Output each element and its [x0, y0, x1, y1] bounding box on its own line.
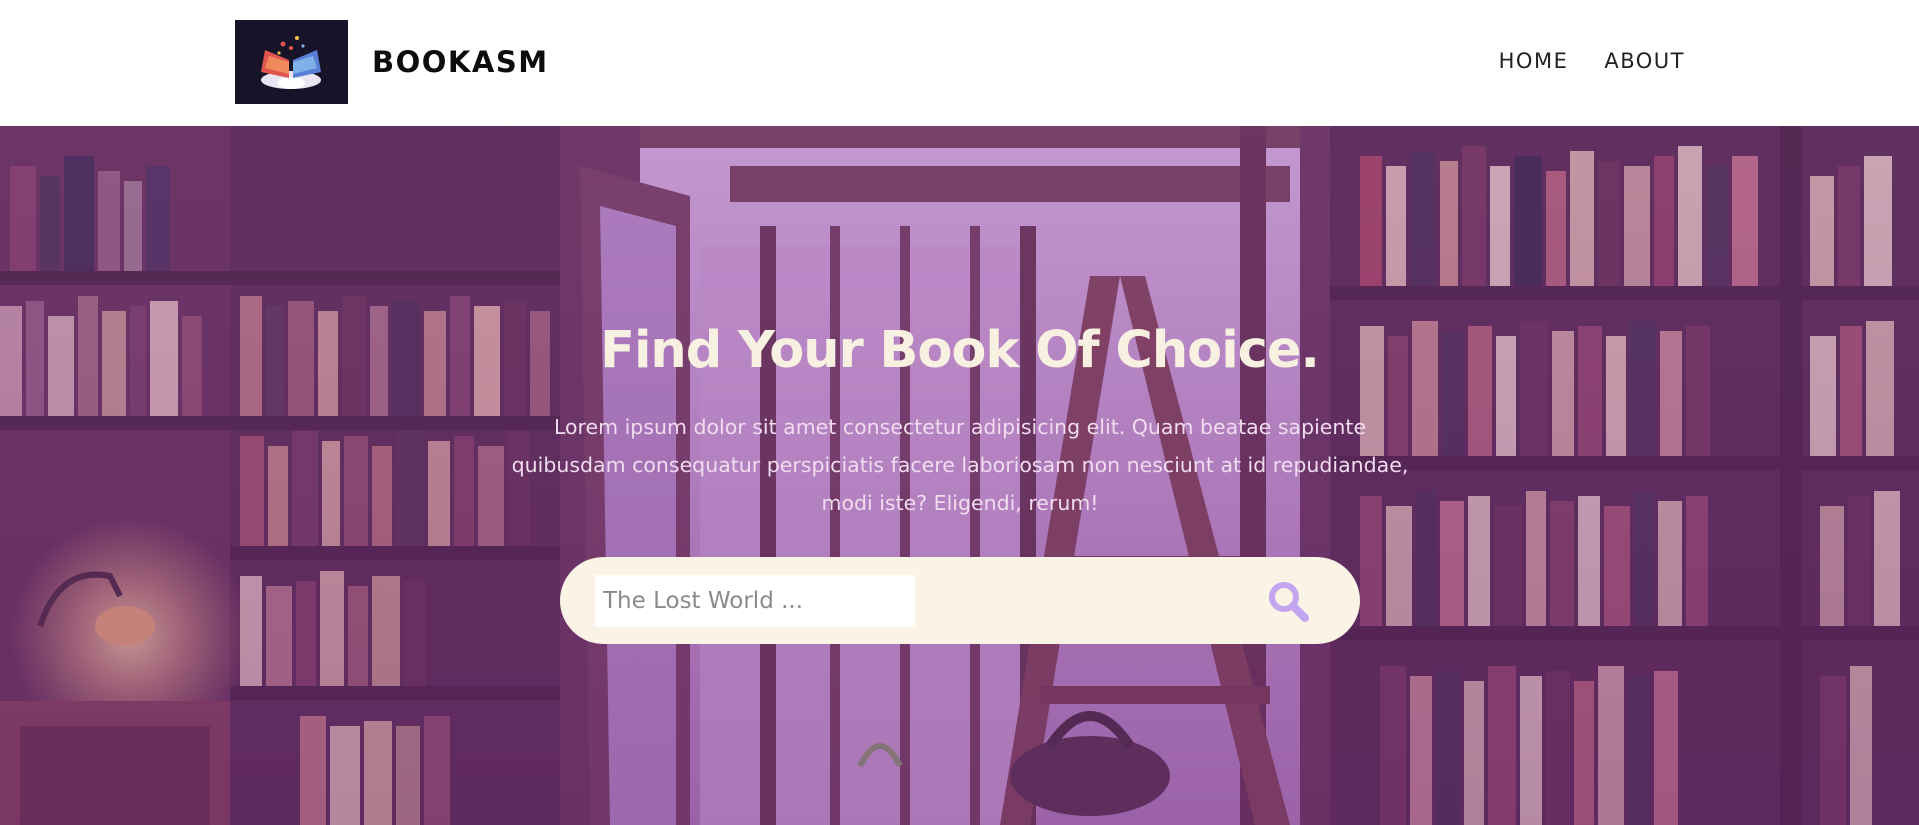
search-button[interactable] — [1266, 579, 1310, 623]
search-input[interactable] — [595, 575, 915, 627]
brand-name[interactable]: BOOKASM — [372, 40, 549, 84]
navbar: BOOKASM HOME ABOUT — [0, 0, 1919, 126]
open-book-icon — [235, 20, 348, 104]
search-icon — [1269, 582, 1309, 622]
search-bar — [560, 557, 1360, 644]
brand-logo[interactable] — [235, 20, 348, 104]
main-nav: HOME ABOUT — [1499, 46, 1685, 76]
nav-about-link[interactable]: ABOUT — [1604, 46, 1685, 76]
hero-section: Find Your Book Of Choice. Lorem ipsum do… — [0, 126, 1919, 825]
nav-home-link[interactable]: HOME — [1499, 46, 1569, 76]
hero-title: Find Your Book Of Choice. — [600, 321, 1320, 380]
hero-description: Lorem ipsum dolor sit amet consectetur a… — [511, 415, 1409, 515]
